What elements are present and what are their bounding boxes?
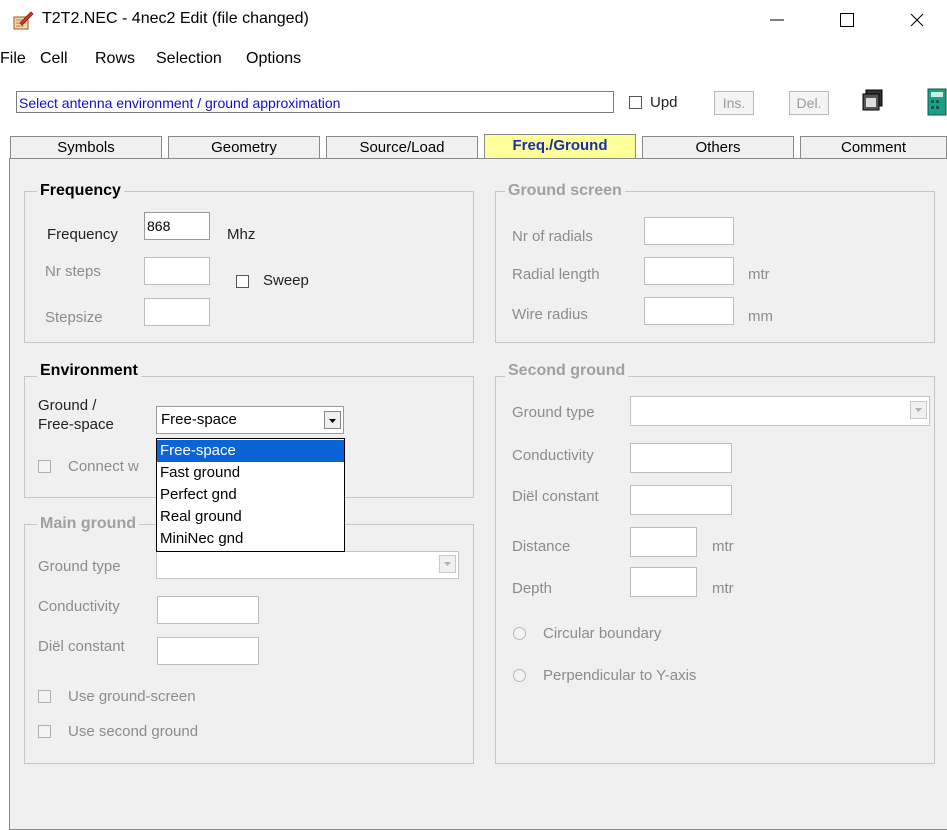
minimize-icon	[770, 19, 784, 21]
radial-length-input[interactable]	[644, 257, 734, 285]
sweep-label: Sweep	[263, 272, 309, 289]
ground-screen-title: Ground screen	[505, 182, 625, 200]
chevron-down-icon	[915, 408, 922, 412]
second-ground-type-select[interactable]	[630, 396, 930, 426]
calculator-button[interactable]	[924, 87, 947, 117]
menu-selection[interactable]: Selection	[156, 50, 222, 68]
menu-file[interactable]: File	[0, 50, 26, 68]
main-conductivity-label: Conductivity	[38, 598, 120, 615]
main-ground-type-select[interactable]	[156, 551, 459, 579]
wire-radius-unit: mm	[748, 308, 773, 325]
tab-symbols[interactable]: Symbols	[10, 136, 162, 158]
nr-radials-input[interactable]	[644, 217, 734, 245]
main-ground-dropdown-button[interactable]	[439, 555, 456, 573]
main-diel-input[interactable]	[157, 637, 259, 665]
depth-unit: mtr	[712, 580, 734, 597]
copy-button[interactable]	[857, 87, 887, 117]
second-diel-label: Diël constant	[512, 488, 599, 505]
minimize-button[interactable]	[747, 0, 807, 40]
use-ground-screen-label: Use ground-screen	[68, 688, 196, 705]
tab-source-load[interactable]: Source/Load	[326, 136, 478, 158]
use-second-ground-checkbox[interactable]	[38, 725, 51, 738]
sweep-checkbox[interactable]	[236, 275, 249, 288]
nr-radials-label: Nr of radials	[512, 228, 593, 245]
calculator-icon	[927, 88, 947, 116]
close-button[interactable]	[887, 0, 947, 40]
option-real-ground[interactable]: Real ground	[157, 506, 344, 528]
option-free-space[interactable]: Free-space	[157, 440, 344, 462]
depth-input[interactable]	[630, 567, 697, 597]
distance-unit: mtr	[712, 538, 734, 555]
dropdown-button[interactable]	[324, 411, 341, 429]
menu-options[interactable]: Options	[246, 50, 301, 68]
upd-checkbox[interactable]	[629, 96, 642, 109]
use-second-ground-label: Use second ground	[68, 723, 199, 740]
option-fast-ground[interactable]: Fast ground	[157, 462, 344, 484]
option-perfect-gnd[interactable]: Perfect gnd	[157, 484, 344, 506]
second-conductivity-input[interactable]	[630, 443, 732, 473]
stepsize-label: Stepsize	[45, 309, 103, 326]
perpendicular-y-radio[interactable]	[513, 669, 526, 682]
frequency-input[interactable]: 868	[144, 212, 210, 240]
connect-label: Connect w	[68, 458, 139, 475]
maximize-button[interactable]	[817, 0, 877, 40]
option-mininec-gnd[interactable]: MiniNec gnd	[157, 528, 344, 550]
perpendicular-y-label: Perpendicular to Y-axis	[543, 667, 697, 684]
tab-others[interactable]: Others	[642, 136, 794, 158]
second-conductivity-label: Conductivity	[512, 447, 594, 464]
title-bar: T2T2.NEC - 4nec2 Edit (file changed)	[0, 0, 947, 40]
second-ground-type-label: Ground type	[512, 404, 595, 421]
main-ground-title: Main ground	[37, 515, 139, 533]
use-ground-screen-checkbox[interactable]	[38, 690, 51, 703]
second-ground-group	[495, 376, 935, 764]
circular-boundary-radio[interactable]	[513, 627, 526, 640]
frequency-label: Frequency	[47, 226, 118, 243]
window-title: T2T2.NEC - 4nec2 Edit (file changed)	[42, 10, 309, 27]
menu-cell[interactable]: Cell	[40, 50, 68, 68]
frequency-unit: Mhz	[227, 226, 256, 243]
main-diel-label: Diël constant	[38, 638, 125, 655]
second-ground-title: Second ground	[505, 362, 629, 380]
ground-select-value: Free-space	[161, 411, 237, 428]
insert-button[interactable]: Ins.	[714, 91, 754, 115]
second-diel-input[interactable]	[630, 485, 732, 515]
maximize-icon	[840, 13, 854, 27]
ground-select[interactable]: Free-space	[156, 406, 344, 434]
tab-comment[interactable]: Comment	[800, 136, 947, 158]
connect-checkbox[interactable]	[38, 460, 51, 473]
main-conductivity-input[interactable]	[157, 596, 259, 624]
nr-steps-input[interactable]	[144, 257, 210, 285]
radial-length-label: Radial length	[512, 266, 600, 283]
tab-freq-ground[interactable]: Freq./Ground	[484, 134, 636, 160]
radial-length-unit: mtr	[748, 266, 770, 283]
circular-boundary-label: Circular boundary	[543, 625, 662, 642]
second-ground-dropdown-button[interactable]	[910, 401, 927, 419]
delete-button[interactable]: Del.	[789, 91, 829, 115]
distance-input[interactable]	[630, 527, 697, 557]
upd-label: Upd	[650, 94, 678, 111]
wire-radius-input[interactable]	[644, 297, 734, 325]
menu-rows[interactable]: Rows	[95, 50, 135, 68]
copy-windows-icon	[862, 89, 883, 111]
edit-icon	[13, 11, 34, 30]
stepsize-input[interactable]	[144, 298, 210, 326]
wire-radius-label: Wire radius	[512, 306, 588, 323]
distance-label: Distance	[512, 538, 571, 555]
hint-field[interactable]: Select antenna environment / ground appr…	[16, 91, 614, 113]
main-ground-type-label: Ground type	[38, 558, 121, 575]
chevron-down-icon	[329, 419, 336, 423]
environment-title: Environment	[37, 362, 141, 380]
close-icon	[910, 13, 924, 27]
ground-dropdown-list: Free-space Fast ground Perfect gnd Real …	[156, 438, 345, 552]
depth-label: Depth	[512, 580, 553, 597]
ground-label-line1: Ground /	[38, 397, 97, 414]
ground-label-line2: Free-space	[38, 416, 114, 433]
chevron-down-icon	[444, 562, 451, 566]
frequency-group-title: Frequency	[37, 182, 124, 200]
nr-steps-label: Nr steps	[45, 263, 101, 280]
tab-geometry[interactable]: Geometry	[168, 136, 320, 158]
